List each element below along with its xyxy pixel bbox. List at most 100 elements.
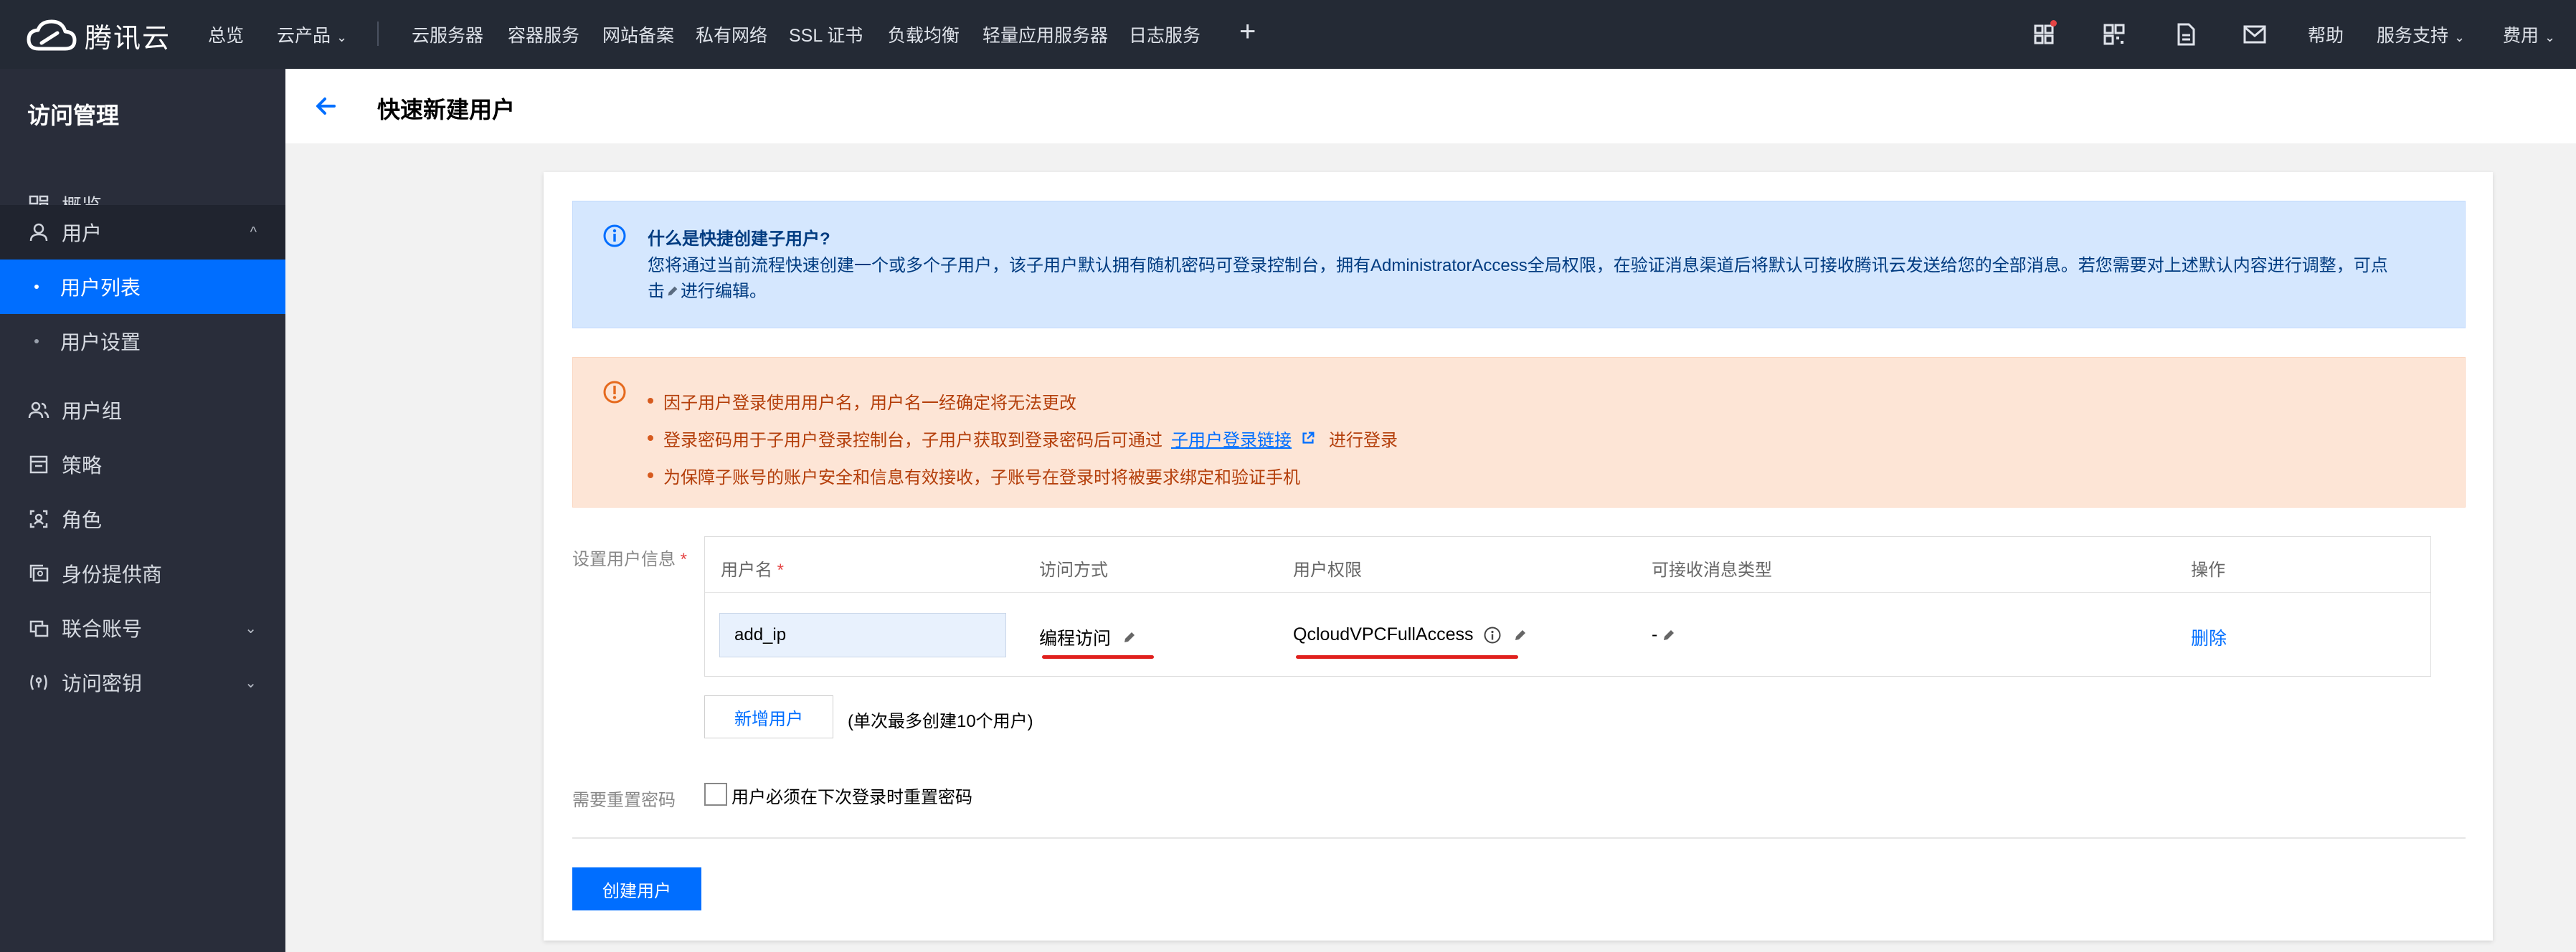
th-message-types: 可接收消息类型 — [1652, 561, 1772, 580]
sidebar-item-label: 用户设置 — [60, 331, 141, 353]
nav-support[interactable]: 服务支持 ⌄ — [2377, 22, 2465, 47]
warning-item: 登录密码用于子用户登录控制台，子用户获取到登录密码后可通过 子用户登录链接 进行登录 — [648, 419, 1398, 457]
reset-password-checkbox[interactable] — [704, 783, 727, 806]
external-link-icon[interactable] — [1300, 430, 1316, 446]
nav-cls[interactable]: 日志服务 — [1129, 22, 1201, 47]
pencil-icon[interactable] — [1660, 627, 1677, 644]
permission-cell: QcloudVPCFullAccess — [1293, 624, 1529, 645]
th-permission: 用户权限 — [1293, 561, 1362, 580]
policy-icon — [27, 453, 50, 476]
nav-support-label: 服务支持 — [2377, 26, 2449, 46]
nav-vpc[interactable]: 私有网络 — [696, 22, 767, 47]
grid-apps-icon[interactable] — [2030, 20, 2058, 49]
nav-billing-label: 费用 — [2503, 26, 2539, 46]
bullet-dot — [648, 472, 653, 478]
reset-password-checkbox-label[interactable]: 用户必须在下次登录时重置密码 — [731, 783, 972, 808]
access-key-icon — [27, 671, 50, 694]
notification-dot — [2050, 20, 2057, 27]
sidebar-item-user-settings[interactable]: 用户设置 — [0, 314, 285, 368]
nav-ssl[interactable]: SSL 证书 — [789, 22, 863, 47]
th-username-label: 用户名 — [721, 561, 772, 580]
add-user-button[interactable]: 新增用户 — [704, 695, 833, 738]
nav-icp[interactable]: 网站备案 — [602, 22, 674, 47]
message-types-value: - — [1652, 624, 1658, 644]
document-icon[interactable] — [2172, 20, 2200, 49]
message-types-cell: - — [1652, 624, 1677, 645]
top-navbar: 腾讯云 总览 云产品 ⌄ 云服务器 容器服务 网站备案 私有网络 SSL 证书 负… — [0, 0, 2576, 69]
nav-overview[interactable]: 总览 — [208, 22, 244, 47]
bullet-dot — [34, 285, 39, 289]
user-table: 用户名 * 访问方式 用户权限 可接收消息类型 操作 编程访问 QcloudVP… — [704, 536, 2431, 677]
sub-user-login-link[interactable]: 子用户登录链接 — [1171, 426, 1292, 451]
chevron-down-icon: ⌄ — [2544, 30, 2556, 44]
plus-icon[interactable]: + — [1239, 16, 1256, 48]
delete-link[interactable]: 删除 — [2191, 624, 2227, 650]
th-action: 操作 — [2191, 561, 2225, 580]
sidebar-item-label: 访问密钥 — [62, 672, 143, 695]
bullet-dot — [34, 339, 39, 343]
sidebar-item-label: 角色 — [62, 509, 103, 531]
info-text-before: 您将通过当前流程快速创建一个或多个子用户，该子用户默认拥有随机密码可登录控制台，… — [648, 256, 2388, 301]
info-circle-icon[interactable] — [1483, 626, 1502, 644]
table-row: 编程访问 QcloudVPCFullAccess - 删除 — [705, 593, 2430, 677]
nav-lighthouse[interactable]: 轻量应用服务器 — [982, 22, 1108, 47]
page-title: 快速新建用户 — [377, 97, 516, 123]
user-icon — [27, 221, 50, 244]
sidebar-item-access-keys[interactable]: 访问密钥 ⌄ — [0, 655, 285, 710]
pencil-icon[interactable] — [1512, 627, 1529, 644]
sidebar-item-label: 联合账号 — [62, 618, 143, 640]
mail-icon[interactable] — [2240, 20, 2269, 49]
user-group-icon — [27, 399, 50, 422]
sidebar-item-user-list[interactable]: 用户列表 — [0, 260, 285, 314]
sidebar-item-label: 身份提供商 — [62, 563, 163, 586]
warning-item: 为保障子账号的账户安全和信息有效接收，子账号在登录时将被要求绑定和验证手机 — [648, 457, 1398, 494]
reset-password-label: 需要重置密码 — [572, 791, 676, 810]
nav-container[interactable]: 容器服务 — [508, 22, 579, 47]
create-user-button[interactable]: 创建用户 — [572, 867, 701, 910]
federated-account-icon — [27, 617, 50, 639]
chevron-up-icon: ^ — [250, 224, 257, 240]
sidebar-item-federated-accounts[interactable]: 联合账号 ⌄ — [0, 601, 285, 655]
nav-billing[interactable]: 费用 ⌄ — [2503, 22, 2555, 47]
warning-text: 进行登录 — [1329, 430, 1398, 450]
warning-banner: 因子用户登录使用用户名，用户名一经确定将无法更改 登录密码用于子用户登录控制台，… — [572, 357, 2466, 508]
sidebar-item-user-groups[interactable]: 用户组 — [0, 383, 285, 437]
th-username: 用户名 * — [721, 556, 784, 581]
tencent-cloud-logo[interactable]: 腾讯云 — [26, 16, 171, 55]
sidebar-item-identity-providers[interactable]: 身份提供商 — [0, 546, 285, 601]
sidebar-item-roles[interactable]: 角色 — [0, 492, 285, 546]
bullet-dot — [648, 398, 653, 404]
table-header-row: 用户名 * 访问方式 用户权限 可接收消息类型 操作 — [705, 537, 2430, 593]
sidebar-item-label: 用户组 — [62, 400, 123, 422]
required-star: * — [680, 550, 688, 569]
chevron-down-icon: ⌄ — [336, 30, 348, 44]
sidebar-item-users[interactable]: 用户 ^ — [0, 205, 285, 260]
pencil-icon[interactable] — [1121, 629, 1138, 646]
back-arrow-icon[interactable] — [311, 92, 340, 120]
page-header: 快速新建用户 — [285, 69, 2576, 143]
pencil-icon — [668, 286, 678, 296]
sidebar-item-label: 策略 — [62, 454, 103, 477]
nav-cvm[interactable]: 云服务器 — [412, 22, 483, 47]
sidebar-item-policies[interactable]: 策略 — [0, 437, 285, 492]
user-info-label-text: 设置用户信息 — [572, 550, 676, 569]
nav-clb[interactable]: 负载均衡 — [888, 22, 960, 47]
sidebar-item-label: 用户 — [62, 222, 103, 244]
qrcode-icon[interactable] — [2100, 20, 2128, 49]
chevron-down-icon: ⌄ — [245, 620, 257, 637]
chevron-down-icon: ⌄ — [2454, 30, 2466, 44]
access-cell: 编程访问 — [1039, 624, 1138, 650]
annotation-underline — [1042, 655, 1154, 659]
nav-help[interactable]: 帮助 — [2308, 22, 2344, 47]
sidebar: 访问管理 概览 用户 ^ 用户列表 用户设置 用户组 策略 角色 身份提供商 联… — [0, 69, 285, 952]
add-user-hint: (单次最多创建10个用户) — [848, 712, 1033, 731]
username-input[interactable] — [719, 613, 1006, 657]
logo-text: 腾讯云 — [85, 24, 171, 54]
warning-text: 为保障子账号的账户安全和信息有效接收，子账号在登录时将被要求绑定和验证手机 — [663, 467, 1300, 487]
create-user-card: 什么是快捷创建子用户? 您将通过当前流程快速创建一个或多个子用户，该子用户默认拥… — [544, 172, 2493, 941]
access-value: 编程访问 — [1039, 629, 1112, 649]
user-info-label: 设置用户信息 * — [572, 545, 687, 570]
bullet-dot — [648, 435, 653, 441]
nav-cloud-products[interactable]: 云产品 ⌄ — [277, 22, 347, 47]
required-star: * — [777, 561, 785, 580]
